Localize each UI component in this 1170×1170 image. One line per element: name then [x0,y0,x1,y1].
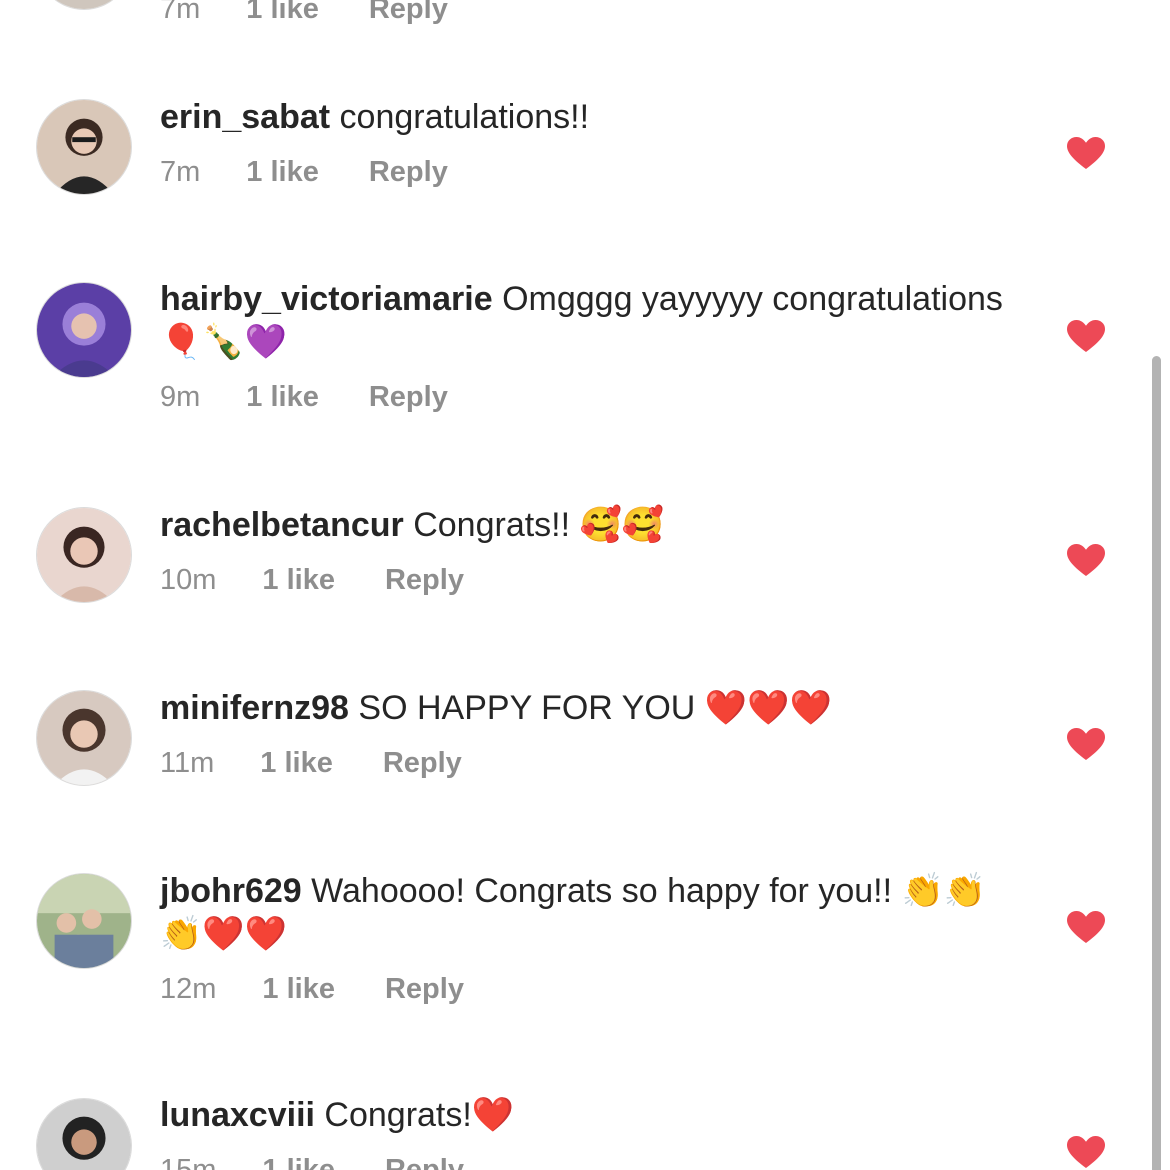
comment-username[interactable]: rachelbetancur [160,506,404,544]
avatar[interactable] [36,99,132,195]
comment-time: 15m [160,1154,217,1170]
comment-meta: 15m 1 like Reply [160,1154,1020,1170]
comment-username[interactable]: lunaxcviii [160,1096,315,1134]
comment-time: 9m [160,381,201,413]
likes-count-button[interactable]: 1 like [262,973,335,1006]
avatar[interactable] [36,690,132,786]
comment-username[interactable]: erin_sabat [160,98,330,136]
comment-meta: 7m 1 like Reply [160,0,1020,26]
reply-button[interactable]: Reply [369,156,448,189]
avatar[interactable] [36,873,132,969]
comment-username[interactable]: hairby_victoriamarie [160,280,493,318]
comment-text: erin_sabat congratulations!! [160,96,1020,139]
like-heart-icon[interactable] [1066,136,1106,170]
like-heart-icon[interactable] [1066,910,1106,944]
likes-count-button[interactable]: 1 like [246,381,319,414]
comment-message: Congrats!! 🥰🥰 [413,506,665,544]
likes-count-button[interactable]: 1 like [246,156,319,189]
scrollbar[interactable] [1152,356,1161,1170]
comment-partial-top: 7m 1 like Reply [0,0,1150,25]
reply-button[interactable]: Reply [383,747,462,780]
comment-message: congratulations!! [339,98,590,136]
like-heart-icon[interactable] [1066,1135,1106,1169]
comment-time: 10m [160,564,217,596]
reply-button[interactable]: Reply [385,1154,464,1170]
reply-button[interactable]: Reply [385,564,464,597]
likes-count-button[interactable]: 1 like [262,564,335,597]
comment-time: 11m [160,747,215,779]
comment-text: lunaxcviii Congrats!❤️ [160,1094,1020,1137]
comment-meta: 12m 1 like Reply [160,973,1020,1006]
reply-button[interactable]: Reply [369,381,448,414]
reply-button[interactable]: Reply [385,973,464,1006]
comment-meta: 11m 1 like Reply [160,747,1020,780]
comment-text: rachelbetancur Congrats!! 🥰🥰 [160,504,1020,547]
comment-meta: 10m 1 like Reply [160,564,1020,597]
avatar[interactable] [36,507,132,603]
like-heart-icon[interactable] [1066,319,1106,353]
avatar[interactable] [36,0,132,10]
comment-message: SO HAPPY FOR YOU ❤️❤️❤️ [358,689,832,727]
comment-message: Congrats!❤️ [324,1096,515,1134]
comment-meta: 7m 1 like Reply [160,156,1020,189]
comment-username[interactable]: jbohr629 [160,872,302,910]
like-heart-icon[interactable] [1066,543,1106,577]
reply-button[interactable]: Reply [369,0,448,26]
comment-time: 12m [160,973,217,1005]
comment-time: 7m [160,156,201,188]
comment-meta: 9m 1 like Reply [160,381,1020,414]
likes-count-button[interactable]: 1 like [246,0,319,26]
comment-text: hairby_victoriamarie Omgggg yayyyyy cong… [160,278,1020,364]
likes-count-button[interactable]: 1 like [262,1154,335,1170]
comments-screen: 7m 1 like Reply erin_sabat congratulations… [0,0,1170,1170]
avatar[interactable] [36,282,132,378]
like-heart-icon[interactable] [1066,727,1106,761]
comment-time: 7m [160,0,201,25]
comment-username[interactable]: minifernz98 [160,689,349,727]
comment-text: minifernz98 SO HAPPY FOR YOU ❤️❤️❤️ [160,687,1020,730]
avatar[interactable] [36,1098,132,1170]
likes-count-button[interactable]: 1 like [260,747,333,780]
comment-text: jbohr629 Wahoooo! Congrats so happy for … [160,870,1020,956]
